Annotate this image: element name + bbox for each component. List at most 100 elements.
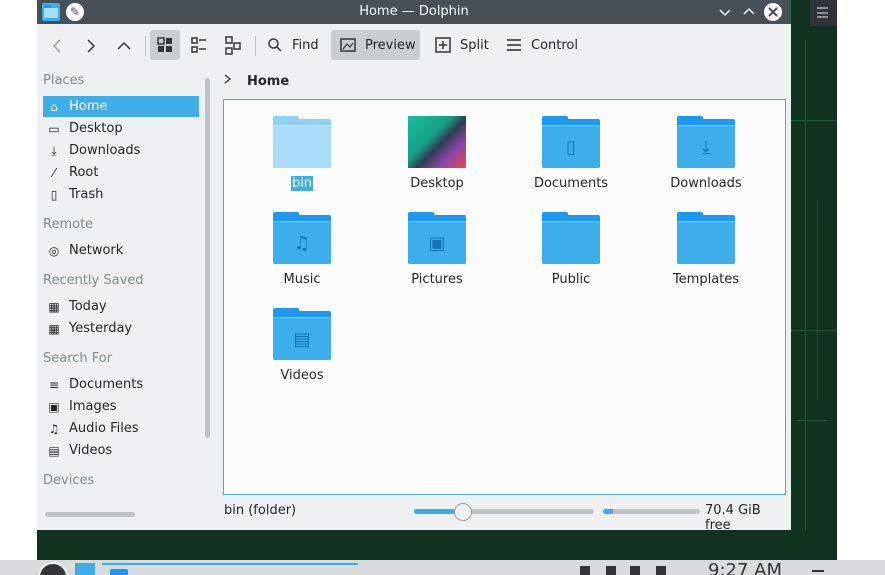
file-item[interactable]: Public bbox=[511, 196, 631, 287]
clock[interactable]: 9:27 AM bbox=[708, 562, 782, 575]
tree-view-icon bbox=[225, 36, 241, 55]
file-name: Videos bbox=[280, 368, 324, 383]
chevron-down-icon bbox=[719, 9, 731, 17]
file-item[interactable]: ♫ Music bbox=[242, 196, 362, 287]
split-icon bbox=[432, 34, 454, 56]
close-button[interactable] bbox=[764, 3, 782, 21]
virtual-desktop-pager[interactable] bbox=[75, 563, 95, 575]
folder-downloads-icon: ⤓ bbox=[677, 116, 735, 168]
file-item[interactable]: bin bbox=[242, 100, 362, 191]
section-header-devices: Devices bbox=[43, 473, 95, 488]
clipboard-icon[interactable] bbox=[630, 566, 640, 575]
file-name: Pictures bbox=[411, 272, 463, 287]
desktop-background bbox=[791, 0, 837, 560]
desktop-menu-button[interactable] bbox=[810, 0, 837, 26]
split-button[interactable]: Split bbox=[432, 30, 492, 60]
icons-view-button[interactable] bbox=[150, 30, 180, 60]
network-icon: ◎ bbox=[48, 243, 60, 258]
document-icon: ≡ bbox=[48, 377, 60, 392]
calendar-icon: ▦ bbox=[48, 299, 60, 314]
places-item-videos[interactable]: ▤ Videos bbox=[43, 440, 199, 461]
forward-button[interactable] bbox=[80, 35, 102, 57]
places-item-root[interactable]: ⁄ Root bbox=[43, 162, 199, 183]
back-button[interactable] bbox=[46, 35, 68, 57]
toolbar: Find Preview Split Control bbox=[37, 24, 791, 66]
file-item[interactable]: ⤓ Downloads bbox=[646, 100, 766, 191]
chevron-right-icon bbox=[87, 39, 96, 53]
application-launcher-button[interactable] bbox=[38, 562, 68, 575]
places-vertical-scrollbar[interactable] bbox=[205, 78, 210, 438]
details-view-button[interactable] bbox=[218, 30, 248, 60]
chevron-right-icon[interactable] bbox=[223, 73, 233, 89]
places-panel: Places ⌂ Home ▭ Desktop ⤓ Downloads ⁄ Ro… bbox=[37, 66, 212, 517]
split-label: Split bbox=[460, 37, 489, 53]
file-view[interactable]: bin Desktop ▯ Documents ⤓ Downloads ♫ Mu… bbox=[223, 99, 786, 495]
up-button[interactable] bbox=[113, 35, 135, 57]
free-space-bar bbox=[603, 509, 700, 514]
taskbar: 9:27 AM bbox=[0, 560, 885, 575]
file-item[interactable]: ▤ Videos bbox=[242, 292, 362, 383]
file-item[interactable]: Desktop bbox=[377, 100, 497, 191]
desktop-icon: ▭ bbox=[48, 121, 60, 136]
window-title: Home — Dolphin bbox=[359, 4, 469, 19]
places-item-home[interactable]: ⌂ Home bbox=[43, 96, 199, 117]
breadcrumb-home[interactable]: Home bbox=[247, 74, 289, 89]
volume-icon[interactable] bbox=[656, 566, 666, 575]
find-button[interactable]: Find bbox=[264, 30, 324, 60]
zoom-slider-handle[interactable] bbox=[453, 503, 472, 521]
places-item-label: Today bbox=[69, 299, 107, 314]
search-icon bbox=[264, 34, 286, 56]
places-item-label: Videos bbox=[69, 443, 113, 458]
places-item-yesterday[interactable]: ▦ Yesterday bbox=[43, 318, 199, 339]
free-space-bar-fill bbox=[603, 509, 613, 514]
compact-view-button[interactable] bbox=[184, 30, 214, 60]
places-item-documents[interactable]: ≡ Documents bbox=[43, 374, 199, 395]
folder-icon bbox=[273, 116, 331, 168]
chevron-left-icon bbox=[52, 39, 61, 53]
places-item-downloads[interactable]: ⤓ Downloads bbox=[43, 140, 199, 161]
file-item[interactable]: ▣ Pictures bbox=[377, 196, 497, 287]
folder-icon bbox=[110, 569, 128, 575]
trash-icon: ▯ bbox=[50, 187, 58, 202]
file-item[interactable]: ▯ Documents bbox=[511, 100, 631, 191]
folder-pictures-icon: ▣ bbox=[408, 212, 466, 264]
printer-icon[interactable] bbox=[580, 566, 590, 575]
places-item-label: Downloads bbox=[69, 143, 141, 158]
places-item-trash[interactable]: ▯ Trash bbox=[43, 184, 199, 205]
file-name: Desktop bbox=[410, 176, 464, 191]
file-name: Documents bbox=[533, 176, 609, 191]
places-horizontal-scrollbar[interactable] bbox=[45, 512, 135, 517]
free-space-text: 70.4 GiB free bbox=[705, 503, 761, 533]
folder-public-icon bbox=[542, 212, 600, 264]
folder-videos-icon: ▤ bbox=[273, 308, 331, 360]
preview-button[interactable]: Preview bbox=[331, 30, 420, 60]
folder-documents-icon: ▯ bbox=[542, 116, 600, 168]
title-bar[interactable]: ✎ Home — Dolphin bbox=[37, 0, 791, 24]
preview-label: Preview bbox=[365, 37, 416, 53]
hamburger-icon bbox=[817, 7, 828, 18]
tray-expand-icon[interactable] bbox=[812, 570, 824, 572]
usb-icon[interactable] bbox=[606, 566, 616, 575]
section-header-search-for: Search For bbox=[43, 351, 113, 366]
places-item-today[interactable]: ▦ Today bbox=[43, 296, 199, 317]
maximize-button[interactable] bbox=[740, 3, 758, 21]
calendar-icon: ▦ bbox=[48, 321, 60, 336]
control-button[interactable]: Control bbox=[503, 30, 583, 60]
root-icon: ⁄ bbox=[52, 165, 55, 180]
desktop-edge bbox=[837, 0, 885, 575]
places-item-network[interactable]: ◎ Network bbox=[43, 240, 199, 261]
folder-templates-icon bbox=[677, 212, 735, 264]
file-item[interactable]: Templates bbox=[646, 196, 766, 287]
places-item-audio-files[interactable]: ♫ Audio Files bbox=[43, 418, 199, 439]
file-name: Downloads bbox=[670, 176, 742, 191]
places-item-desktop[interactable]: ▭ Desktop bbox=[43, 118, 199, 139]
places-item-images[interactable]: ▣ Images bbox=[43, 396, 199, 417]
places-item-label: Documents bbox=[69, 377, 144, 392]
minimize-button[interactable] bbox=[716, 3, 734, 21]
desktop-background-bottom bbox=[37, 530, 837, 560]
places-item-label: Desktop bbox=[69, 121, 123, 136]
zoom-slider[interactable] bbox=[414, 503, 594, 521]
task-dolphin[interactable] bbox=[102, 563, 358, 575]
image-icon bbox=[337, 34, 359, 56]
icon-view-icon bbox=[157, 37, 172, 52]
